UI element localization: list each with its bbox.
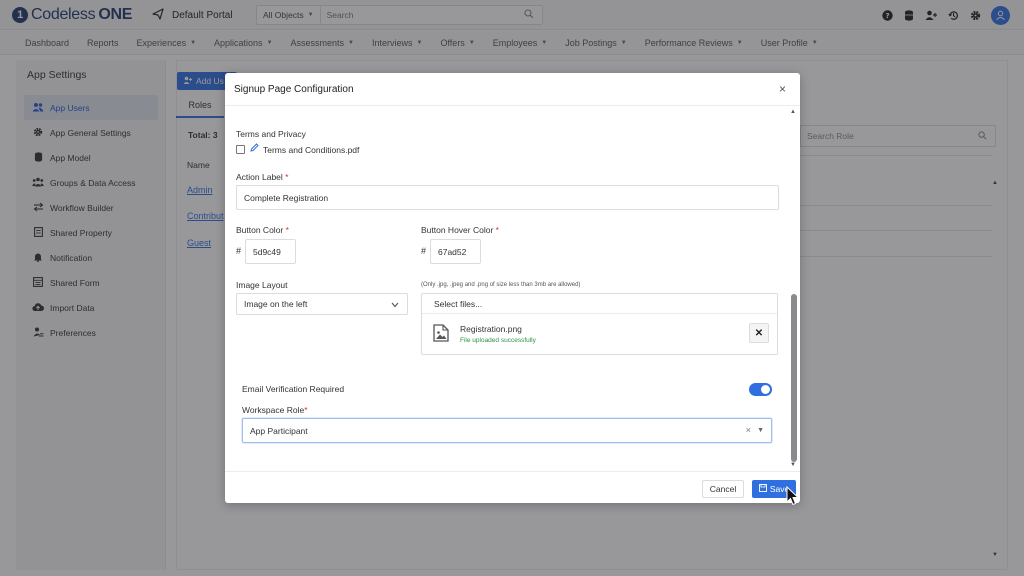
uploaded-file-name: Registration.png: [460, 324, 522, 334]
workspace-role-text: Workspace Role: [242, 405, 305, 415]
workspace-role-value: App Participant: [250, 426, 308, 436]
close-icon: ✕: [754, 327, 764, 339]
modal-title: Signup Page Configuration: [234, 84, 354, 95]
mouse-pointer-icon: [786, 485, 800, 506]
button-hover-color-value: 67ad52: [438, 246, 467, 257]
remove-file-button[interactable]: ✕: [749, 323, 769, 343]
button-color-input[interactable]: 5d9c49: [245, 239, 296, 264]
image-layout-select[interactable]: Image on the left: [236, 293, 408, 315]
button-color-label: Button Color *: [236, 225, 289, 235]
email-verification-label: Email Verification Required: [242, 384, 345, 394]
file-type-hint: (Only .jpg, .jpeg and .png of size less …: [421, 282, 581, 288]
image-file-icon: [433, 324, 449, 342]
close-icon[interactable]: ×: [779, 82, 786, 96]
hash-prefix: #: [236, 246, 242, 256]
modal-scrollbar[interactable]: ▲ ▼: [790, 107, 798, 471]
cancel-button[interactable]: Cancel: [702, 480, 744, 498]
file-upload-area: Select files... Registration.png File up…: [421, 293, 778, 355]
select-files-button[interactable]: Select files...: [422, 294, 777, 314]
email-verification-toggle[interactable]: [749, 383, 772, 396]
button-hover-color-input[interactable]: 67ad52: [430, 239, 481, 264]
terms-file-name[interactable]: Terms and Conditions.pdf: [263, 145, 359, 155]
image-layout-value: Image on the left: [244, 299, 308, 309]
chevron-down-icon[interactable]: ▼: [757, 427, 764, 434]
action-label-input[interactable]: Complete Registration: [236, 185, 779, 210]
select-files-label: Select files...: [434, 298, 483, 309]
scrollbar-thumb[interactable]: [791, 294, 797, 462]
save-disk-icon: [758, 484, 767, 494]
workspace-role-label: Workspace Role*: [242, 405, 308, 415]
clear-icon[interactable]: ×: [746, 425, 751, 435]
upload-status: File uploaded successfully: [460, 337, 536, 344]
action-label-text: Action Label: [236, 172, 283, 182]
image-layout-label: Image Layout: [236, 280, 288, 290]
scroll-up-arrow-icon[interactable]: ▲: [790, 109, 796, 115]
action-label-value: Complete Registration: [244, 192, 329, 203]
terms-label: Terms and Privacy: [236, 129, 306, 139]
button-color-text: Button Color: [236, 225, 284, 235]
modal-body: Terms and Privacy Terms and Conditions.p…: [225, 107, 800, 471]
modal-header: Signup Page Configuration ×: [225, 73, 800, 106]
pencil-edit-icon[interactable]: [250, 143, 259, 154]
button-hover-color-label: Button Hover Color *: [421, 225, 499, 235]
signup-page-config-modal: Signup Page Configuration × Terms and Pr…: [225, 73, 800, 503]
workspace-role-select[interactable]: App Participant × ▼: [242, 418, 772, 443]
chevron-down-icon: [391, 301, 399, 310]
button-hover-color-text: Button Hover Color: [421, 225, 494, 235]
scroll-down-arrow-icon[interactable]: ▼: [790, 462, 796, 468]
hash-prefix: #: [421, 246, 427, 256]
terms-checkbox[interactable]: [236, 145, 245, 154]
modal-footer: Cancel Save: [225, 471, 800, 503]
action-label-label: Action Label *: [236, 172, 289, 182]
button-color-value: 5d9c49: [253, 246, 281, 257]
toggle-knob: [761, 385, 770, 394]
